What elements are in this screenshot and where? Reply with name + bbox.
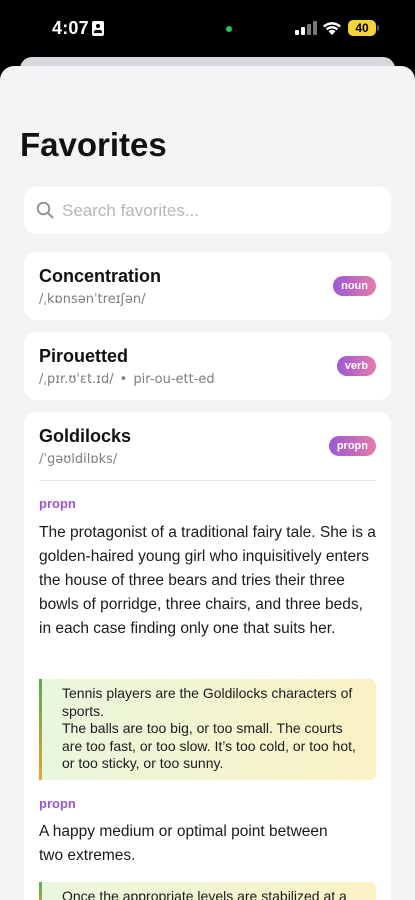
battery-cap: [377, 25, 379, 31]
favorite-card-goldilocks[interactable]: Goldilocks /ˈɡəʊldilɒks/ propn propn The…: [24, 412, 391, 900]
favorite-card-pirouetted[interactable]: Pirouetted /ˌpɪr.ʊˈɛt.ɪd/• pir-ou-ett-ed …: [24, 332, 391, 400]
pos-badge: verb: [336, 356, 376, 376]
divider: [39, 480, 376, 481]
example-line: Tennis players are the Goldilocks charac…: [62, 685, 353, 719]
pronunciation: /ˌpɪr.ʊˈɛt.ɪd/: [39, 372, 114, 387]
wifi-icon: [323, 22, 341, 35]
sense-pos-label: propn: [39, 496, 76, 511]
example-line: The balls are too big, or too small. The…: [62, 720, 356, 771]
pronunciation-line: /ˌpɪr.ʊˈɛt.ɪd/ • pir-ou-ett-ed: [39, 372, 215, 387]
word-title: Pirouetted: [39, 346, 129, 366]
word-title: Concentration: [39, 266, 162, 286]
pos-badge: propn: [328, 436, 376, 456]
search-bar[interactable]: [24, 187, 391, 234]
favorites-sheet: Favorites Concentration /ˌkɒnsənˈtreɪʃən…: [0, 66, 415, 900]
separator-dot: •: [119, 372, 128, 387]
battery-icon: 40: [348, 20, 376, 36]
cellular-signal-icon: [295, 21, 317, 35]
camera-indicator-dot: [226, 26, 232, 32]
definition-text: A happy medium or optimal point between …: [39, 823, 328, 864]
page-title: Favorites: [20, 126, 167, 163]
pronunciation: /ˈɡəʊldilɒks/: [39, 452, 118, 467]
status-time: 4:07: [52, 18, 89, 38]
example-line: Once the appropriate levels are stabiliz…: [62, 888, 347, 900]
sense-pos-label: propn: [39, 796, 76, 811]
example-quote: Once the appropriate levels are stabiliz…: [39, 882, 376, 900]
word-title: Goldilocks: [39, 426, 132, 446]
definition-text: The protagonist of a traditional fairy t…: [39, 524, 376, 637]
favorite-card-concentration[interactable]: Concentration /ˌkɒnsənˈtreɪʃən/ noun: [24, 252, 391, 320]
search-icon: [36, 201, 54, 219]
pronunciation: /ˌkɒnsənˈtreɪʃən/: [39, 292, 146, 307]
example-quote: Tennis players are the Goldilocks charac…: [39, 679, 376, 780]
pos-badge: noun: [333, 276, 376, 296]
id-card-icon: [92, 21, 104, 36]
syllables: pir-ou-ett-ed: [133, 372, 215, 387]
search-input[interactable]: [62, 187, 382, 234]
status-bar: 4:07 40: [0, 0, 415, 58]
battery-level: 40: [355, 21, 369, 35]
